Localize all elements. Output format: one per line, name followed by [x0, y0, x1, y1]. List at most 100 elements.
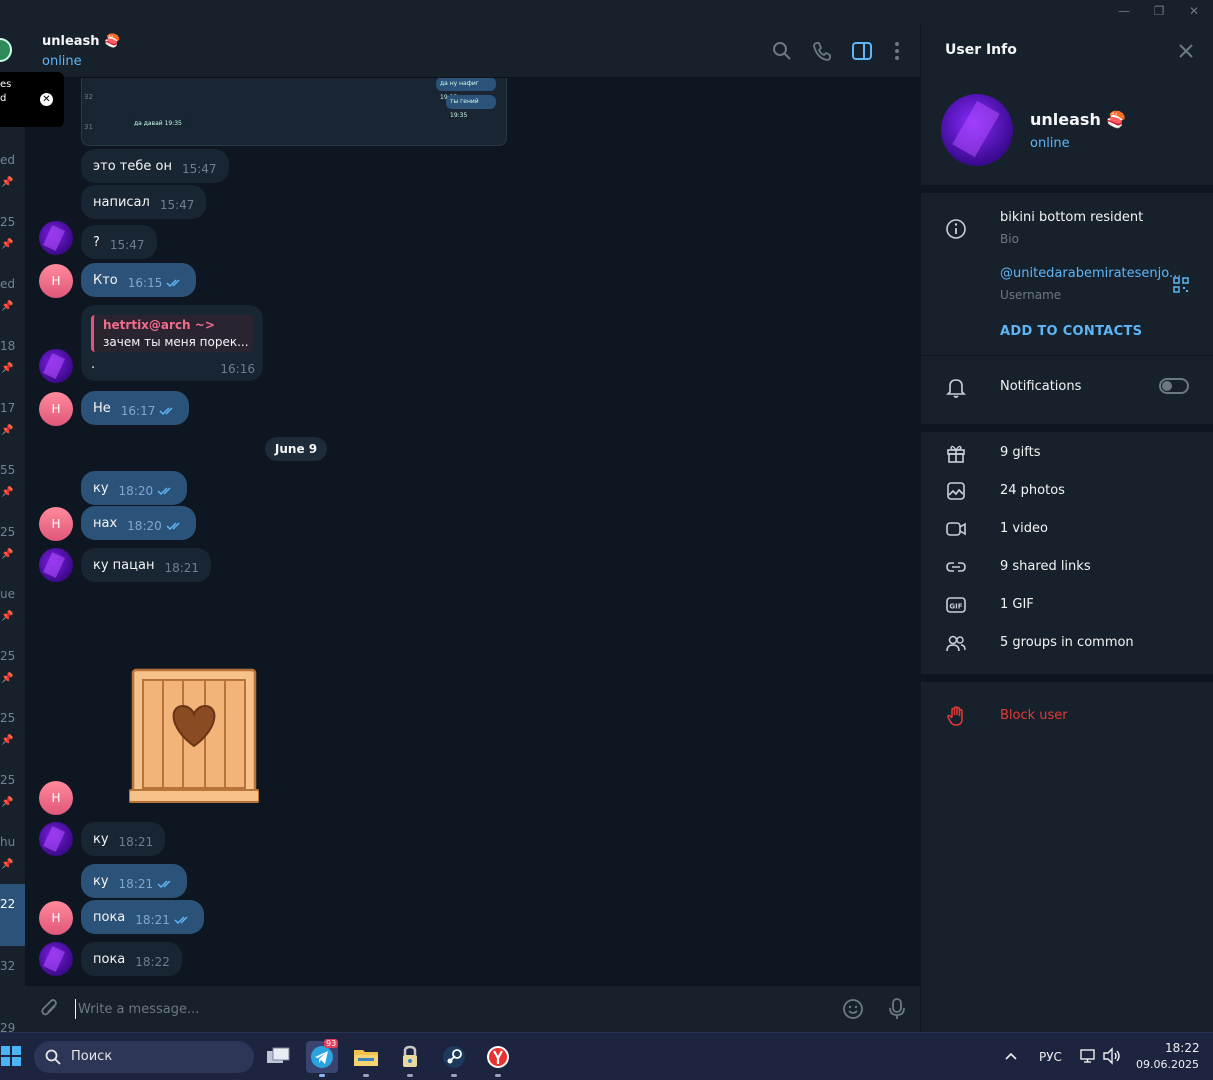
message-bubble[interactable]: нах 18:20	[81, 506, 196, 540]
chat-list-active-item[interactable]	[0, 884, 25, 946]
message-bubble[interactable]: ку 18:21	[81, 864, 188, 898]
more-icon[interactable]	[886, 40, 908, 62]
message-bubble[interactable]: пока 18:21	[81, 900, 204, 934]
chat-list-item-text[interactable]: ed	[0, 153, 15, 167]
message-time: 18:21	[164, 561, 200, 575]
chat-list-item-text[interactable]: 25	[0, 649, 15, 663]
chat-list-avatar[interactable]	[0, 38, 12, 62]
crate-heart-sticker[interactable]	[129, 666, 259, 806]
emoji-icon[interactable]	[842, 998, 864, 1020]
chat-header[interactable]: unleash 🍣 online	[25, 24, 920, 78]
chat-list-item-text[interactable]: 25	[0, 525, 15, 539]
avatar[interactable]	[39, 349, 73, 383]
chat-list-item-text[interactable]: 18	[0, 339, 15, 353]
chat-list-item-text[interactable]: 25	[0, 711, 15, 725]
maximize-button[interactable]: ❐	[1149, 4, 1169, 18]
chat-title[interactable]: unleash 🍣	[42, 34, 120, 49]
divider	[921, 355, 1213, 356]
notifications-toggle[interactable]	[1159, 378, 1189, 394]
chevron-up-icon[interactable]	[1004, 1051, 1018, 1061]
image-attachment[interactable]: да ну нафиг 19:35 ты гений 19:35 да дава…	[81, 78, 507, 146]
message-bubble[interactable]: Кто 16:15	[81, 263, 197, 297]
taskbar-search[interactable]: Поиск	[34, 1041, 254, 1073]
chat-list-item-text[interactable]: hu	[0, 835, 15, 849]
task-view-button[interactable]	[262, 1041, 294, 1073]
message-bubble[interactable]: это тебе он 15:47	[81, 149, 229, 183]
network-icon[interactable]	[1079, 1047, 1097, 1065]
clock-date[interactable]: 09.06.2025	[1136, 1058, 1199, 1071]
message-text: ку	[93, 832, 109, 847]
telegram-taskbar-button[interactable]: 93	[306, 1039, 339, 1077]
message-bubble[interactable]: Не 16:17	[81, 391, 190, 425]
add-to-contacts-button[interactable]: ADD TO CONTACTS	[1000, 324, 1142, 339]
photos-row[interactable]: 24 photos	[1000, 483, 1065, 498]
minimize-button[interactable]: —	[1114, 4, 1134, 18]
message-bubble[interactable]: написал 15:47	[81, 185, 207, 219]
avatar[interactable]: H	[39, 781, 73, 815]
message-bubble[interactable]: ку 18:20	[81, 471, 188, 505]
avatar[interactable]	[39, 221, 73, 255]
chat-list-item-text[interactable]: 25	[0, 773, 15, 787]
steam-taskbar-button[interactable]	[438, 1041, 470, 1077]
message-input[interactable]	[75, 999, 775, 1019]
yandex-browser-button[interactable]	[482, 1041, 514, 1077]
avatar[interactable]	[39, 548, 73, 582]
avatar[interactable]: H	[39, 264, 73, 298]
chat-list-item-text[interactable]: 29	[0, 1021, 15, 1032]
username-link[interactable]: @unitedarabemiratesenjo...	[1000, 266, 1181, 281]
messages-area[interactable]: да ну нафиг 19:35 ты гений 19:35 да дава…	[25, 78, 920, 986]
qr-code-icon[interactable]	[1172, 276, 1190, 294]
profile-status: online	[1030, 136, 1070, 151]
phone-icon[interactable]	[811, 40, 833, 62]
gift-icon	[947, 445, 965, 463]
message-bubble[interactable]: ку пацан 18:21	[81, 548, 212, 582]
message-text: ку	[93, 874, 109, 889]
bio-text: bikini bottom resident	[1000, 210, 1144, 225]
language-indicator[interactable]: РУС	[1039, 1050, 1062, 1064]
reply-message-bubble[interactable]: hetrtix@arch ~> зачем ты меня порек... .…	[81, 305, 263, 381]
microphone-icon[interactable]	[886, 997, 908, 1021]
chat-list-item-text[interactable]: 25	[0, 215, 15, 229]
chat-list-item-text[interactable]: 17	[0, 401, 15, 415]
avatar[interactable]: H	[39, 507, 73, 541]
gifts-row[interactable]: 9 gifts	[1000, 445, 1041, 460]
pin-icon: 📌	[1, 177, 14, 188]
chat-list-item-text[interactable]: 22	[0, 897, 15, 911]
chat-list-item-text[interactable]: ue	[0, 587, 15, 601]
block-user-button[interactable]: Block user	[1000, 708, 1068, 723]
toast-text: es d	[0, 78, 11, 106]
close-icon[interactable]	[1177, 42, 1195, 60]
message-bubble[interactable]: пока 18:22	[81, 942, 182, 976]
clock-time[interactable]: 18:22	[1165, 1041, 1200, 1055]
videos-row[interactable]: 1 video	[1000, 521, 1048, 536]
file-explorer-button[interactable]	[350, 1041, 382, 1077]
chat-list[interactable]: ed 📌 25 📌 ed 📌 18 📌 17 📌 55 📌 25 📌 ue 📌 …	[0, 24, 25, 1032]
reply-quote[interactable]: hetrtix@arch ~> зачем ты меня порек...	[91, 315, 253, 352]
message-bubble[interactable]: ку 18:21	[81, 822, 166, 856]
windows-start-icon[interactable]	[0, 1045, 22, 1067]
avatar[interactable]	[39, 942, 73, 976]
volume-icon[interactable]	[1102, 1047, 1122, 1065]
chat-list-item-text[interactable]: 55	[0, 463, 15, 477]
search-icon[interactable]	[771, 40, 793, 62]
attach-icon[interactable]	[39, 998, 61, 1020]
message-composer[interactable]	[25, 986, 920, 1032]
app-taskbar-button[interactable]	[394, 1041, 426, 1077]
message-bubble[interactable]: ? 15:47	[81, 225, 157, 259]
message-time: 18:21	[118, 877, 154, 891]
running-indicator	[407, 1074, 413, 1077]
chat-list-item-text[interactable]: 32	[0, 959, 15, 973]
avatar[interactable]: H	[39, 392, 73, 426]
running-indicator	[319, 1074, 325, 1077]
links-row[interactable]: 9 shared links	[1000, 559, 1091, 574]
profile-avatar[interactable]	[941, 94, 1013, 166]
groups-row[interactable]: 5 groups in common	[1000, 635, 1134, 650]
chat-list-item-text[interactable]: ed	[0, 277, 15, 291]
groups-icon	[946, 635, 966, 652]
toast-close-icon[interactable]: ✕	[40, 93, 53, 106]
avatar[interactable]: H	[39, 901, 73, 935]
avatar[interactable]	[39, 822, 73, 856]
close-window-button[interactable]: ✕	[1184, 4, 1204, 18]
gif-row[interactable]: 1 GIF	[1000, 597, 1034, 612]
sidebar-toggle-icon[interactable]	[851, 40, 873, 62]
